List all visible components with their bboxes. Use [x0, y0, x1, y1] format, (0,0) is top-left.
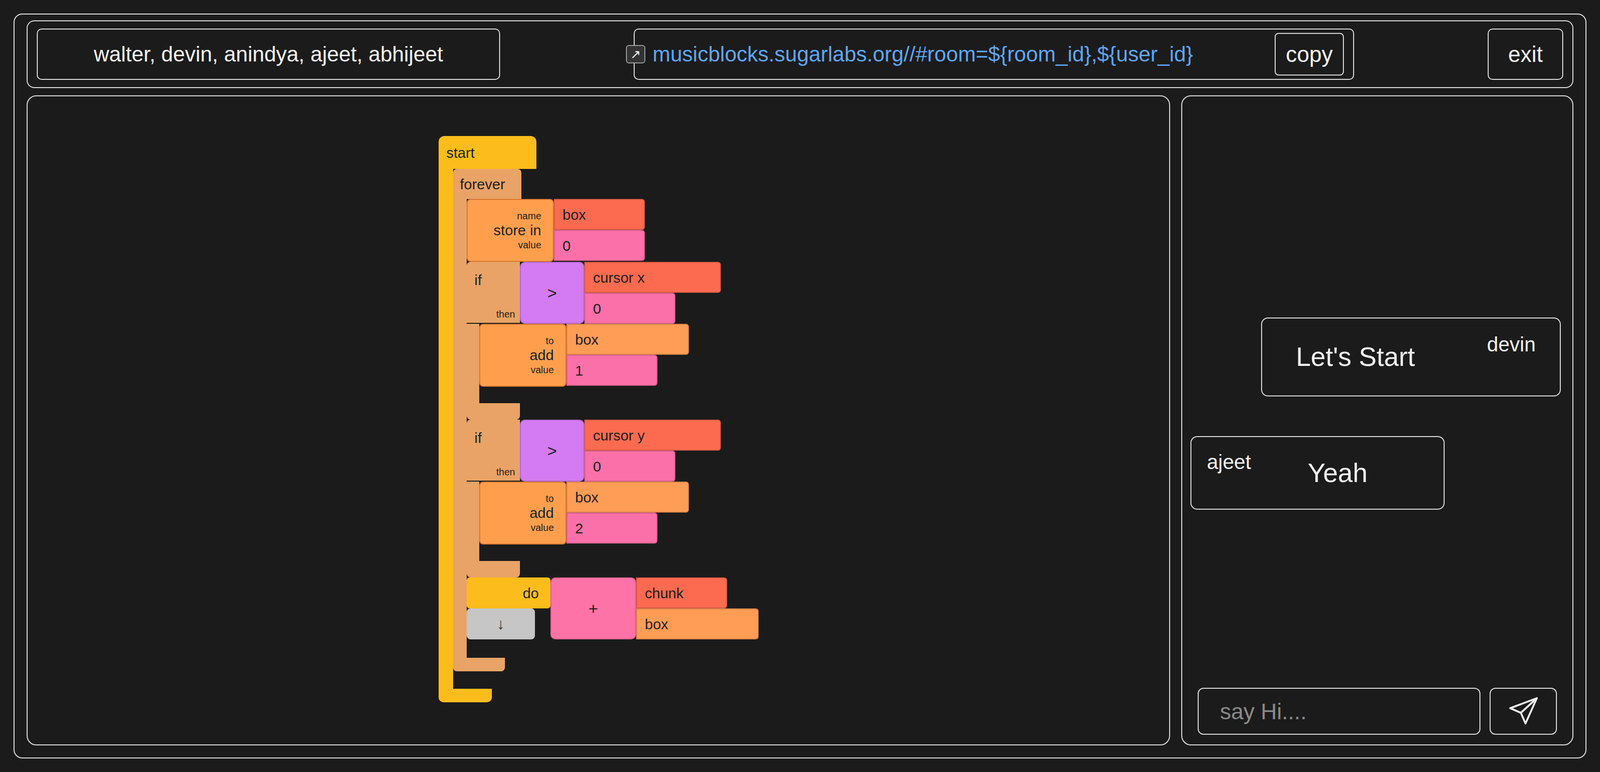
forever-label: forever	[453, 168, 522, 199]
then-label: then	[496, 308, 516, 320]
message-text: Let's Start	[1262, 336, 1488, 378]
argument-block[interactable]: cursor x	[584, 261, 721, 293]
do-block[interactable]: do+chunkbox	[466, 577, 759, 609]
command-args: box1	[566, 323, 689, 386]
command-label: add	[529, 346, 554, 365]
slot-label: value	[518, 239, 542, 251]
command-body: toaddvalue	[479, 323, 567, 387]
argument-block[interactable]: box	[636, 608, 759, 640]
if-header: if then>cursor x0	[466, 261, 721, 324]
command-label: store in	[493, 221, 542, 240]
block-stack: toaddvaluebox2	[479, 481, 689, 562]
if-label-area: if then	[466, 261, 520, 323]
chat-messages: Let's StartdevinajeetYeah	[1197, 96, 1557, 510]
slot-label: to	[545, 492, 554, 505]
room-link[interactable]: musicblocks.sugarlabs.org//#room=${room_…	[652, 38, 1275, 71]
main-area: startforevernamestore invaluebox0ifthen>…	[26, 95, 1574, 746]
chat-panel: Let's StartdevinajeetYeah	[1181, 95, 1574, 746]
command-block[interactable]: toaddvaluebox1	[479, 323, 689, 387]
do-label: do	[466, 577, 551, 609]
if-body: toaddvaluebox1	[466, 323, 689, 404]
forever-foot	[453, 657, 505, 672]
argument-block[interactable]: chunk	[636, 577, 728, 609]
arrow-block[interactable]: ↓	[466, 608, 535, 640]
if-foot	[466, 403, 520, 420]
start-foot	[438, 688, 492, 703]
block-stack: forevernamestore invaluebox0ifthen>curso…	[453, 168, 759, 689]
if-label-area: if then	[466, 419, 520, 481]
message-user: ajeet	[1191, 437, 1251, 478]
compare-block[interactable]: >cursor x0	[519, 261, 721, 324]
start-block[interactable]: startforevernamestore invaluebox0ifthen>…	[438, 136, 759, 703]
command-args: box2	[566, 481, 689, 544]
if-arm	[466, 323, 480, 404]
if-block[interactable]: ifthen>cursor x0toaddvaluebox1	[466, 261, 721, 420]
command-label: add	[529, 504, 554, 522]
plus-block[interactable]: +chunkbox	[550, 577, 759, 640]
argument-block[interactable]: 1	[566, 354, 658, 386]
forever-block[interactable]: forevernamestore invaluebox0ifthen>curso…	[453, 168, 759, 672]
command-body: namestore invalue	[466, 198, 554, 262]
command-args: box0	[553, 198, 645, 261]
block-program[interactable]: startforevernamestore invaluebox0ifthen>…	[438, 136, 759, 703]
argument-block[interactable]: 2	[566, 512, 658, 544]
argument-block[interactable]: cursor y	[584, 419, 721, 451]
start-arm	[438, 168, 454, 689]
app-frame: walter, devin, anindya, ajeet, abhijeet …	[13, 13, 1587, 759]
participants: walter, devin, anindya, ajeet, abhijeet	[36, 28, 501, 80]
block-stack: toaddvaluebox1	[479, 323, 689, 404]
if-header: if then>cursor y0	[466, 419, 721, 482]
open-link-icon[interactable]: ↗	[625, 45, 646, 64]
argument-block[interactable]: 0	[584, 292, 676, 324]
operator: >	[519, 419, 585, 482]
chat-input[interactable]	[1197, 687, 1481, 735]
send-button[interactable]	[1489, 687, 1557, 735]
argument-block[interactable]: box	[553, 198, 645, 230]
exit-button[interactable]: exit	[1487, 28, 1564, 80]
argument-block[interactable]: box	[566, 323, 689, 355]
forever-body: namestore invaluebox0ifthen>cursor x0toa…	[453, 198, 759, 658]
send-icon	[1507, 695, 1540, 728]
operands: cursor y0	[584, 419, 721, 482]
slot-label: name	[517, 210, 542, 222]
block-stack: namestore invaluebox0ifthen>cursor x0toa…	[466, 198, 759, 658]
if-body: toaddvaluebox2	[466, 481, 689, 562]
operator: >	[519, 261, 585, 324]
if-block[interactable]: ifthen>cursor y0toaddvaluebox2	[466, 419, 721, 578]
chat-message: Let's Startdevin	[1261, 317, 1561, 397]
block-canvas[interactable]: startforevernamestore invaluebox0ifthen>…	[26, 95, 1171, 746]
start-label: start	[438, 136, 537, 169]
operator: +	[550, 577, 637, 640]
slot-label: value	[530, 521, 554, 534]
chat-input-row	[1197, 687, 1557, 735]
command-block[interactable]: namestore invaluebox0	[466, 198, 645, 262]
if-foot	[466, 561, 520, 578]
copy-button[interactable]: copy	[1274, 32, 1344, 76]
forever-arm	[453, 198, 467, 658]
slot-label: to	[545, 335, 554, 347]
then-label: then	[496, 466, 516, 478]
if-arm	[466, 481, 480, 562]
command-body: toaddvalue	[479, 481, 567, 545]
argument-block[interactable]: 0	[553, 229, 645, 261]
argument-block[interactable]: box	[566, 481, 689, 513]
top-bar: walter, devin, anindya, ajeet, abhijeet …	[26, 20, 1574, 89]
if-label: if	[474, 429, 482, 447]
if-label: if	[474, 271, 482, 290]
room-link-box: ↗ musicblocks.sugarlabs.org//#room=${roo…	[633, 28, 1355, 80]
message-user: devin	[1487, 318, 1560, 360]
start-body: forevernamestore invaluebox0ifthen>curso…	[438, 168, 759, 689]
operands: chunkbox	[636, 577, 759, 640]
slot-label: value	[530, 364, 554, 376]
argument-block[interactable]: 0	[584, 450, 676, 482]
compare-block[interactable]: >cursor y0	[519, 419, 721, 482]
message-text: Yeah	[1250, 453, 1444, 494]
chat-message: ajeetYeah	[1190, 436, 1445, 510]
operands: cursor x0	[584, 261, 721, 324]
command-block[interactable]: toaddvaluebox2	[479, 481, 689, 545]
